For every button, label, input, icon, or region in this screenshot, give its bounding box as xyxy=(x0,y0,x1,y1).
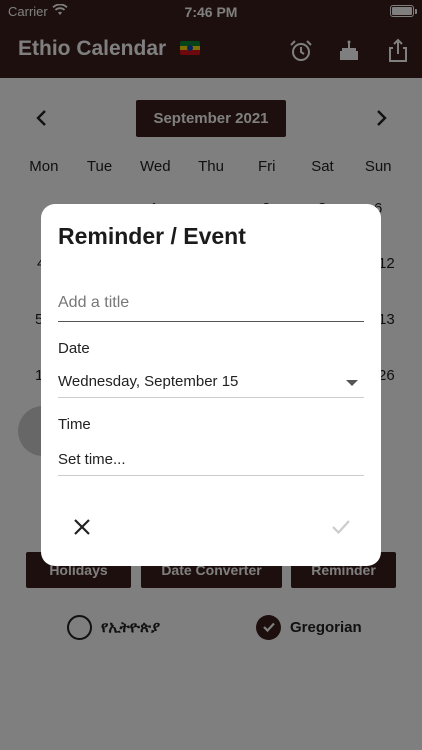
reminder-dialog: Reminder / Event Date Wednesday, Septemb… xyxy=(41,204,381,566)
check-icon xyxy=(332,520,350,535)
date-dropdown[interactable]: Wednesday, September 15 xyxy=(58,368,364,398)
date-value: Wednesday, September 15 xyxy=(58,373,239,390)
close-icon xyxy=(74,519,90,535)
confirm-button[interactable] xyxy=(326,512,356,542)
title-input[interactable] xyxy=(58,284,364,322)
time-label: Time xyxy=(58,416,91,433)
dropdown-arrow-icon xyxy=(346,380,358,386)
dialog-title: Reminder / Event xyxy=(58,223,246,249)
cancel-button[interactable] xyxy=(67,512,97,542)
time-value: Set time... xyxy=(58,451,126,468)
date-label: Date xyxy=(58,340,90,357)
time-picker-field[interactable]: Set time... xyxy=(58,446,364,476)
